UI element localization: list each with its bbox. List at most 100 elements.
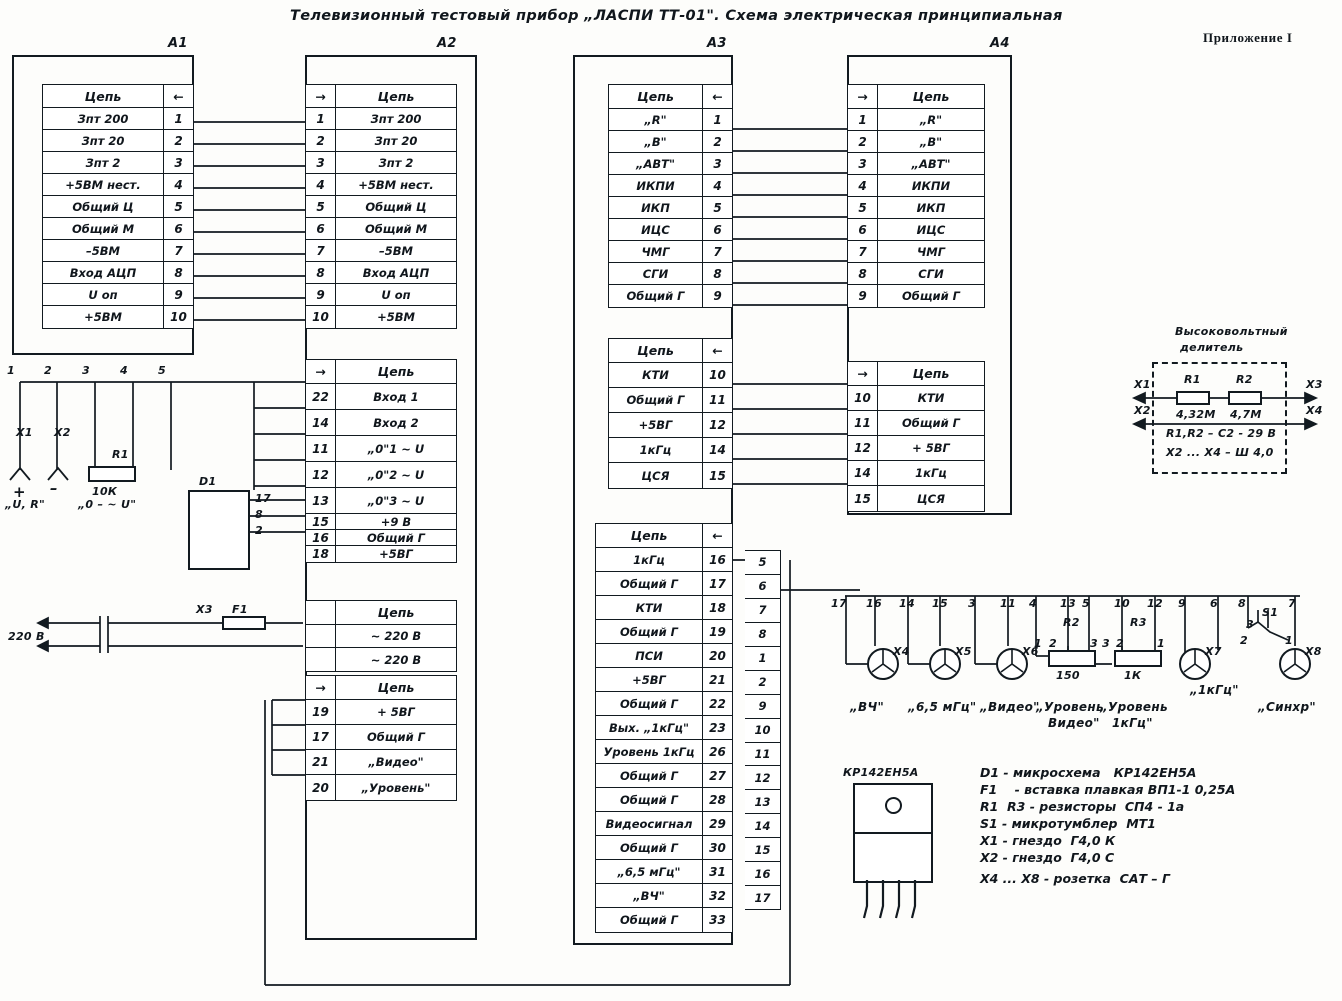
panel-pin: 17 [831, 597, 847, 610]
pin-number: 16 [702, 548, 732, 571]
table-row: Зпт 2 3 [43, 152, 193, 174]
signal-name: „0"2 ~ U [367, 467, 425, 482]
pin-number: 4 [306, 174, 336, 195]
table-row: Общий Г 28 [596, 788, 732, 812]
table-row: Общий Г 9 [609, 285, 732, 307]
input-pin-1: 1 [7, 364, 15, 377]
table-row: U оп 9 [43, 284, 193, 306]
divider-note-2: X2 ... X4 – Ш 4,0 [1166, 446, 1274, 459]
table-row: Общий Г 33 [596, 908, 732, 932]
table-header-row: Цепь → [306, 85, 456, 108]
panel-r3-ref: R3 [1130, 616, 1147, 629]
signal-name: +5ВМ [84, 310, 122, 324]
signal-name: ПСИ [635, 648, 663, 663]
pin-number: 2 [163, 130, 193, 151]
table-row: Общий Г 27 [596, 764, 732, 788]
panel-pin: 11 [1000, 597, 1016, 610]
signal-name: U оп [381, 287, 411, 302]
panel-r3-body [1114, 650, 1162, 667]
header-blank [306, 601, 336, 624]
signal-name: Вход 1 [373, 389, 419, 404]
signal-name: Общий Г [620, 840, 678, 855]
divider-note-1: R1,R2 – С2 - 29 В [1166, 427, 1277, 440]
ladder-pin: 7 [745, 599, 780, 623]
signal-name: „Уровень" [361, 780, 431, 795]
signal-name: „R" [644, 112, 667, 127]
switch-s1-pin: 1 [1285, 634, 1293, 647]
pin-number: 17 [306, 725, 336, 749]
pin-number: 12 [848, 436, 878, 460]
ladder-pin: 14 [745, 814, 780, 839]
pin-number: 16 [306, 530, 336, 545]
label-0-u: „0 – ~ U" [78, 498, 137, 511]
divider-title-line2: делитель [1180, 341, 1244, 354]
pin-number: 32 [702, 884, 732, 907]
panel-r2-ref: R2 [1063, 616, 1080, 629]
signal-name: Вход 2 [373, 415, 419, 430]
table-row: Вход АЦП 8 [43, 262, 193, 284]
table-row: +5ВМ 10 [306, 306, 456, 328]
table-row: „Видео" 21 [306, 750, 456, 775]
table-row: 1кГц 14 [848, 461, 984, 486]
table-header-row: Цепь ← [43, 85, 193, 108]
pin-number: 6 [306, 218, 336, 239]
table-row: „Уровень" 20 [306, 775, 456, 800]
header-arrow-left: ← [702, 339, 732, 362]
legend-line: X4 ... X8 - розетка САТ – Г [980, 871, 1170, 886]
table-row: Зпт 200 1 [43, 108, 193, 130]
polarity-minus: – [50, 479, 58, 497]
table-row: Общий Г 30 [596, 836, 732, 860]
jack-x8-ref: X8 [1305, 645, 1322, 658]
signal-name: ЧМГ [916, 244, 946, 259]
pin-ladder: 5 6 7 8 1 2 9 10 11 12 13 14 15 16 17 [745, 550, 781, 910]
panel-r2-label-2: Видео" [1048, 716, 1100, 730]
ic-d1-body [188, 490, 250, 570]
legend-line: X1 - гнездо Г4,0 К [980, 833, 1116, 848]
ladder-pin: 16 [745, 862, 780, 887]
signal-name: ИКПИ [911, 178, 951, 193]
table-row: Вход 1 22 [306, 384, 456, 410]
pin-number: 12 [306, 462, 336, 487]
header-chain: Цепь [637, 89, 674, 104]
ic-package-leads [862, 880, 917, 919]
label-u-r: „U, R" [5, 498, 46, 511]
table-row: Общий Г 16 [306, 530, 456, 546]
table-a1-main: Цепь ← Зпт 200 1 Зпт 20 2 Зпт 2 3 +5ВМ нест… [42, 84, 194, 329]
panel-r3-label-1: „Уровень [1100, 700, 1168, 714]
ladder-pin: 2 [745, 671, 780, 695]
ladder-pin: 5 [745, 551, 780, 575]
table-row: Видеосигнал 29 [596, 812, 732, 836]
signal-name: Вход АЦП [362, 265, 430, 280]
signal-name: Общий Г [626, 393, 685, 407]
signal-name: –5ВМ [379, 243, 413, 258]
table-row: 1кГц 16 [596, 548, 732, 572]
panel-pin: 10 [1114, 597, 1130, 610]
input-pin-2: 2 [44, 364, 52, 377]
header-chain: Цепь [84, 88, 122, 104]
pin-number: 6 [848, 219, 878, 240]
pin-number: 21 [702, 668, 732, 691]
pin-number: 1 [702, 109, 732, 130]
header-arrow-right: → [848, 362, 878, 385]
signal-name: Зпт 20 [374, 133, 418, 148]
block-label-a2: А2 [437, 36, 457, 51]
pin-number: 3 [306, 152, 336, 173]
signal-name: Общий Г [367, 530, 425, 545]
pin-number: 14 [306, 410, 336, 435]
signal-name: Общий Г [620, 792, 678, 807]
panel-pin: 12 [1147, 597, 1163, 610]
schematic-sheet: Телевизионный тестовый прибор „ЛАСПИ ТТ-… [0, 0, 1342, 1001]
signal-name: +5ВМ нест. [358, 177, 434, 192]
table-row: „АВТ" 3 [848, 153, 984, 175]
table-row: „6,5 мГц" 31 [596, 860, 732, 884]
pin-number: 2 [306, 130, 336, 151]
table-row: Общий Ц 5 [306, 196, 456, 218]
panel-pin: 15 [932, 597, 948, 610]
panel-pin: 9 [1178, 597, 1186, 610]
table-row: ИКПИ 4 [848, 175, 984, 197]
signal-name: Вых. „1кГц" [608, 720, 689, 735]
table-row: Общий Г 17 [596, 572, 732, 596]
signal-name: „0"1 ~ U [367, 441, 425, 456]
table-a2-mains: Цепь ~ 220 В ~ 220 В [305, 600, 457, 672]
legend-line: S1 - микротумблер МТ1 [980, 816, 1156, 831]
